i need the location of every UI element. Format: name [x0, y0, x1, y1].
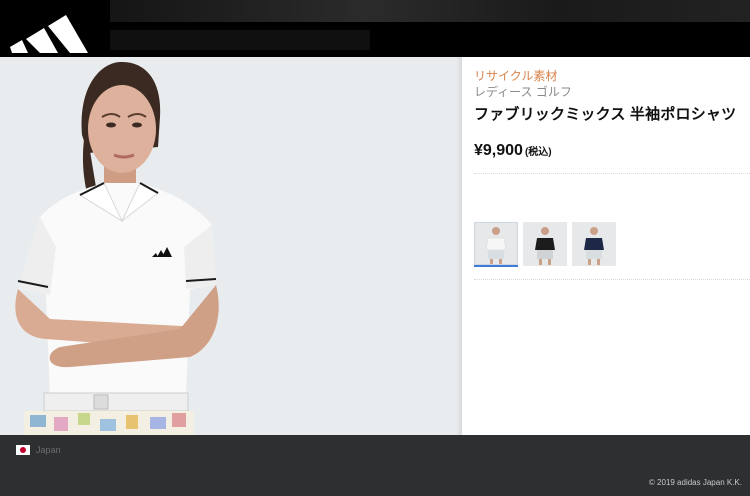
- header-banner-stripe: [110, 0, 750, 22]
- product-title: ファブリックミックス 半袖ポロシャツ: [474, 106, 737, 123]
- copyright-text: © 2019 adidas Japan K.K.: [648, 478, 742, 487]
- product-hero-image: [0, 57, 462, 435]
- site-footer: Japan © 2019 adidas Japan K.K.: [0, 435, 750, 496]
- product-category: レディース ゴルフ: [474, 85, 572, 99]
- product-price: ¥9,900: [474, 142, 523, 159]
- divider: [474, 173, 750, 174]
- colorway-swatch-navy[interactable]: [572, 222, 616, 266]
- product-price-block: ¥9,900 (税込): [474, 142, 552, 160]
- recycled-material-badge: リサイクル素材: [474, 69, 558, 83]
- header-banner-stripe-secondary: [110, 30, 370, 50]
- colorway-swatch-black[interactable]: [523, 222, 567, 266]
- navy-polo-thumbnail-icon: [584, 227, 604, 265]
- black-polo-thumbnail-icon: [535, 227, 555, 265]
- colorway-swatch-white[interactable]: [474, 222, 518, 267]
- tax-included-note: (税込): [524, 147, 552, 158]
- colorway-selector: [474, 222, 616, 267]
- product-info-panel: リサイクル素材 レディース ゴルフ ファブリックミックス 半袖ポロシャツ ¥9,…: [462, 57, 750, 435]
- divider: [474, 279, 750, 280]
- white-polo-thumbnail-icon: [485, 227, 507, 265]
- japan-flag-icon[interactable]: [16, 445, 30, 455]
- adidas-performance-logo-icon[interactable]: [8, 4, 92, 54]
- site-header: [0, 0, 750, 57]
- model-wearing-white-polo-image: [15, 61, 219, 435]
- country-selector[interactable]: Japan: [36, 445, 61, 455]
